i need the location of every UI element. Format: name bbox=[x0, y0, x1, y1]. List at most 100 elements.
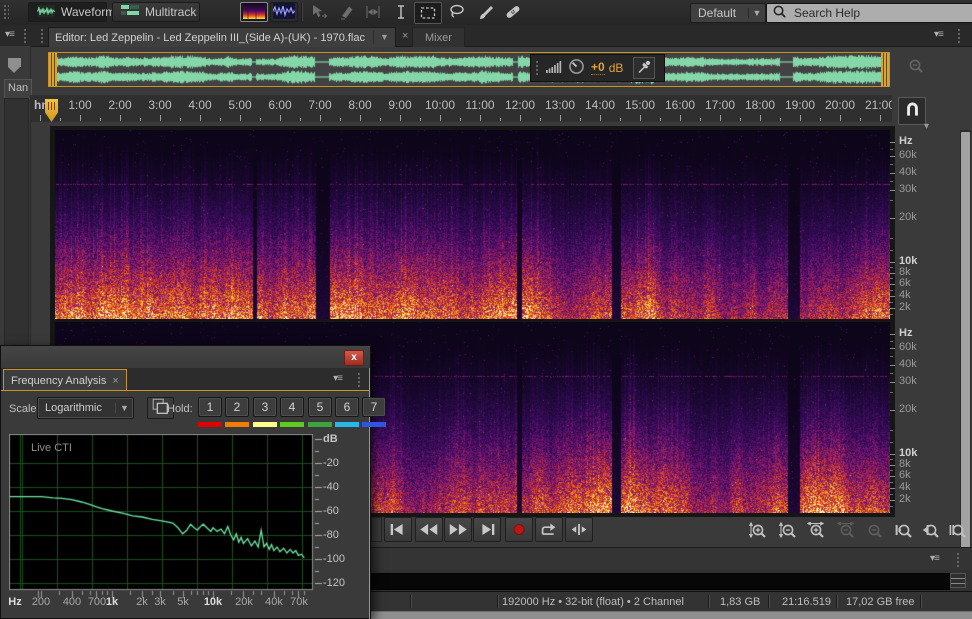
ruler-tick-label: 17:00 bbox=[704, 98, 736, 112]
tab-mixer[interactable]: Mixer bbox=[412, 27, 465, 47]
tab-editor[interactable]: Editor: Led Zeppelin - Led Zeppelin III_… bbox=[48, 27, 396, 47]
waveform-display-button[interactable] bbox=[270, 2, 298, 22]
axis-label: 40k bbox=[899, 358, 917, 370]
frequency-axis-ch1[interactable]: Hz 60k 40k 30k 20k 10k 8k 6k 4k 2k bbox=[890, 130, 960, 320]
axis-tick bbox=[890, 296, 895, 297]
scrollbar-thumb[interactable] bbox=[961, 132, 970, 558]
transport-rewind-button[interactable] bbox=[415, 517, 443, 542]
markers-name-column-header[interactable]: Nan bbox=[4, 79, 32, 99]
hold-button-1[interactable]: 1 bbox=[198, 397, 222, 417]
close-icon[interactable]: × bbox=[112, 375, 118, 387]
multitrack-view-button[interactable]: Multitrack bbox=[112, 2, 200, 22]
waveform-view-button[interactable]: Waveform bbox=[28, 2, 115, 22]
frequency-axis-ch2[interactable]: Hz 60k 40k 30k 20k 10k 8k 6k 4k 2k bbox=[890, 322, 960, 514]
tool-spot-healing-brush-tool[interactable] bbox=[500, 2, 526, 22]
hold-button-4[interactable]: 4 bbox=[280, 397, 304, 417]
overview-waveform[interactable] bbox=[57, 54, 881, 85]
axis-dropdown-icon[interactable]: ▾ bbox=[924, 121, 929, 132]
axis-label: Hz bbox=[899, 135, 913, 147]
hold-button-3[interactable]: 3 bbox=[253, 397, 277, 417]
hold-color-bar bbox=[308, 422, 332, 427]
tab-frequency-analysis[interactable]: Frequency Analysis × bbox=[3, 369, 127, 391]
hud-grip[interactable] bbox=[535, 60, 540, 76]
workspace-dropdown[interactable]: Default ▼ bbox=[690, 3, 766, 23]
marquee-selection-tool-icon bbox=[420, 7, 436, 19]
axis-tick bbox=[890, 382, 895, 383]
chevron-down-icon[interactable]: ▼ bbox=[373, 31, 389, 44]
transport-skip-to-end-button[interactable] bbox=[473, 517, 501, 542]
fa-tab-row: Frequency Analysis × ▾≡ bbox=[1, 368, 370, 391]
tool-time-selection-tool[interactable] bbox=[388, 2, 414, 22]
timeline-ruler[interactable]: hms 1:002:003:004:005:006:007:008:009:00… bbox=[30, 95, 892, 122]
toolbar-grip[interactable] bbox=[3, 4, 9, 21]
axis-label: 60k bbox=[899, 149, 917, 161]
panel-grip[interactable] bbox=[956, 552, 961, 567]
axis-minor-tick bbox=[890, 341, 893, 342]
tab-grip[interactable] bbox=[40, 28, 45, 43]
hold-button-2[interactable]: 2 bbox=[225, 397, 249, 417]
db-axis-label: -120 bbox=[323, 577, 346, 589]
transport-skip-to-start-button[interactable] bbox=[384, 517, 412, 542]
axis-label: 20k bbox=[899, 211, 917, 223]
panel-grip[interactable] bbox=[357, 372, 362, 387]
overview-range-frame[interactable] bbox=[48, 52, 890, 87]
panel-menu-icon[interactable]: ▾≡ bbox=[5, 29, 15, 40]
frequency-analysis-canvas[interactable] bbox=[9, 434, 341, 610]
panel-menu-icon[interactable]: ▾≡ bbox=[934, 29, 944, 40]
hold-button-6[interactable]: 6 bbox=[335, 397, 359, 417]
panel-grip[interactable] bbox=[23, 28, 28, 43]
axis-minor-tick bbox=[890, 302, 893, 303]
gain-value[interactable]: +0 bbox=[591, 61, 605, 75]
tool-lasso-selection-tool[interactable] bbox=[444, 2, 470, 22]
transport-skip-selection-button[interactable] bbox=[565, 517, 593, 542]
panel-menu-icon[interactable]: ▾≡ bbox=[333, 373, 343, 384]
marker-flag-icon[interactable] bbox=[8, 58, 21, 73]
zoom-in-left-selection-button[interactable] bbox=[892, 519, 916, 541]
spectral-display-button[interactable] bbox=[240, 2, 268, 22]
transport-record-button[interactable] bbox=[505, 517, 533, 542]
scale-dropdown[interactable]: Logarithmic ▼ bbox=[37, 397, 134, 419]
snap-toggle-button[interactable] bbox=[898, 97, 926, 125]
tool-paintbrush-tool[interactable] bbox=[473, 2, 499, 22]
hold-button-5[interactable]: 5 bbox=[308, 397, 332, 417]
zoom-in-time-button[interactable] bbox=[804, 519, 828, 541]
transport-fast-forward-button[interactable] bbox=[444, 517, 472, 542]
panel-menu-icon[interactable]: ▾≡ bbox=[930, 553, 940, 564]
zoom-in-right-selection-button[interactable] bbox=[919, 519, 943, 541]
hold-button-7[interactable]: 7 bbox=[362, 397, 386, 417]
axis-tick bbox=[890, 500, 895, 501]
tool-marquee-selection-tool[interactable] bbox=[414, 2, 442, 24]
volume-knob-icon[interactable] bbox=[568, 58, 585, 78]
fa-plot[interactable] bbox=[9, 434, 341, 610]
zoom-out-time-button[interactable] bbox=[834, 519, 858, 541]
zoom-out-amplitude-button[interactable] bbox=[776, 519, 800, 541]
range-handle-left[interactable] bbox=[49, 53, 57, 86]
status-divider bbox=[920, 595, 921, 608]
zoom-in-amplitude-button[interactable] bbox=[746, 519, 770, 541]
scale-label: Scale: bbox=[9, 403, 40, 415]
pin-button[interactable] bbox=[633, 57, 656, 79]
tool-slip-tool[interactable] bbox=[334, 2, 360, 22]
transport-loop-playback-button[interactable] bbox=[535, 517, 563, 542]
ruler-major-tick bbox=[440, 115, 441, 121]
vertical-scrollbar[interactable] bbox=[960, 130, 971, 562]
zoom-in-time-icon bbox=[807, 521, 825, 538]
axis-minor-tick bbox=[890, 200, 893, 201]
axis-tick bbox=[890, 488, 895, 489]
axis-label: 6k bbox=[899, 469, 911, 481]
tool-move-tool[interactable] bbox=[306, 2, 332, 22]
zoom-to-selection-button[interactable] bbox=[946, 519, 970, 541]
close-icon[interactable]: × bbox=[402, 30, 408, 42]
tool-stretch-tool[interactable] bbox=[360, 2, 386, 22]
panel-grip[interactable] bbox=[957, 28, 962, 43]
meter-range-cap[interactable] bbox=[950, 573, 966, 588]
transport-button-clipped[interactable] bbox=[371, 517, 382, 542]
window-close-button[interactable]: x bbox=[344, 350, 364, 366]
ruler-major-tick bbox=[400, 115, 401, 121]
search-help-input[interactable] bbox=[792, 5, 956, 21]
zoom-reset-button[interactable] bbox=[862, 519, 886, 541]
range-handle-right[interactable] bbox=[881, 53, 889, 86]
search-help-box[interactable] bbox=[766, 3, 972, 23]
window-title-bar[interactable]: x bbox=[1, 346, 370, 369]
spectrogram-channel-1[interactable] bbox=[55, 130, 890, 319]
